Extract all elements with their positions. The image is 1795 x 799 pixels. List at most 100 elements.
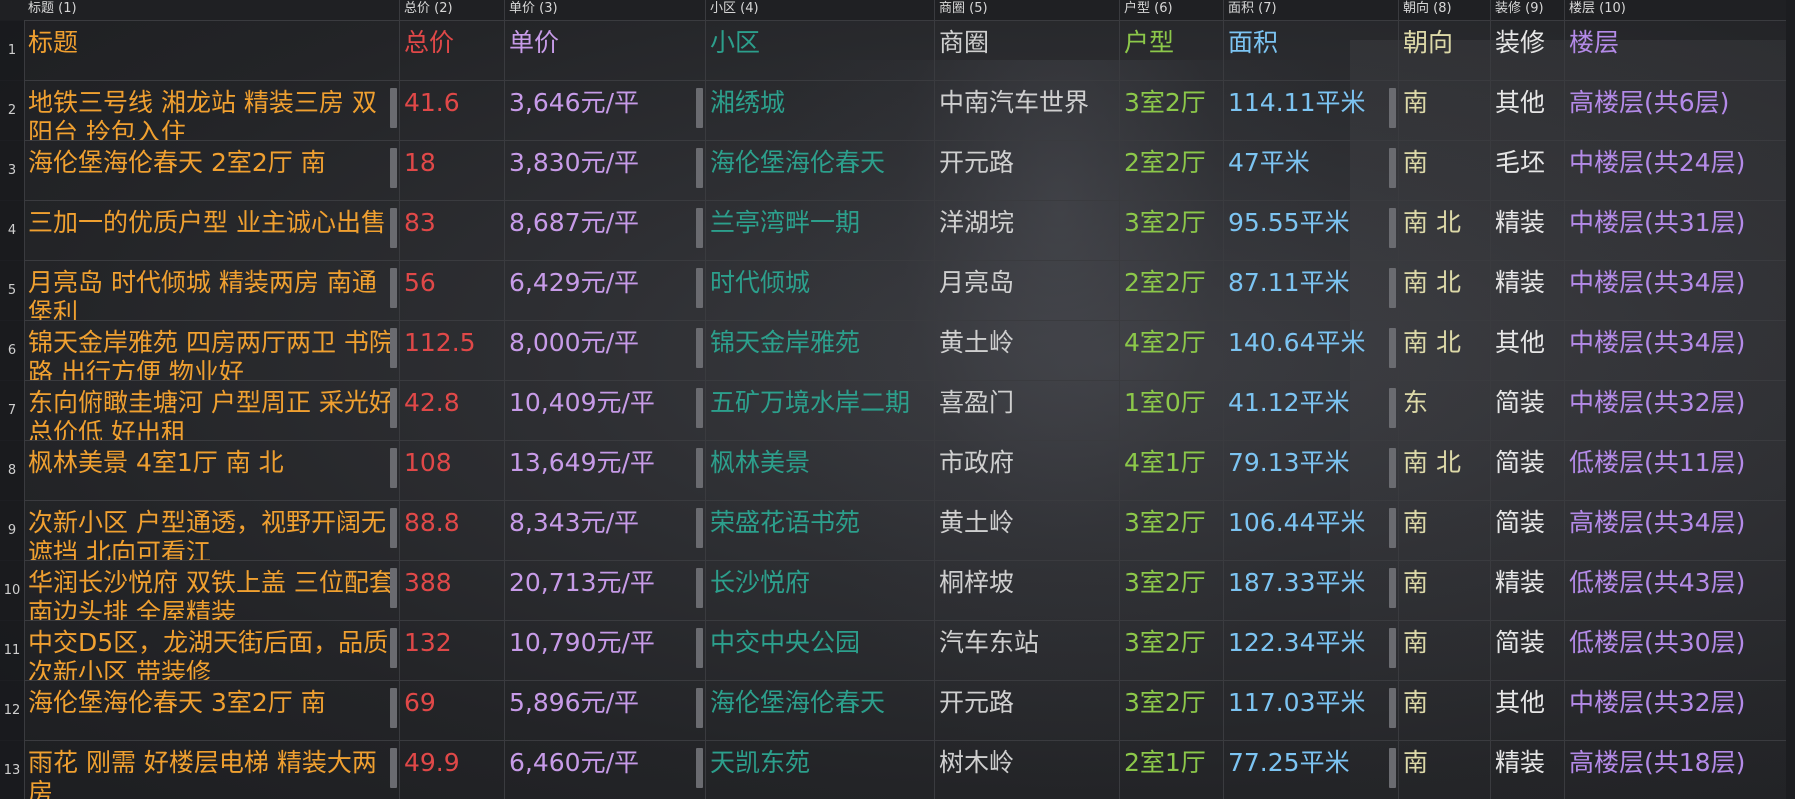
- cell-decoration[interactable]: 装修: [1491, 20, 1565, 80]
- cell-direction[interactable]: 南 北: [1399, 200, 1491, 260]
- cell-title[interactable]: 月亮岛 时代倾城 精装两房 南通堡利: [24, 260, 400, 320]
- cell-unit-price[interactable]: 8,687元/平: [505, 200, 706, 260]
- cell-decoration[interactable]: 精装: [1491, 260, 1565, 320]
- cell-decoration[interactable]: 简装: [1491, 500, 1565, 560]
- row-number[interactable]: 4: [0, 200, 25, 260]
- cell-community[interactable]: 五矿万境水岸二期: [706, 380, 935, 440]
- column-header-district[interactable]: 商圈 (5): [935, 0, 1120, 20]
- cell-area[interactable]: 77.25平米: [1224, 740, 1399, 799]
- cell-community[interactable]: 中交中央公园: [706, 620, 935, 680]
- cell-floor[interactable]: 楼层: [1565, 20, 1795, 80]
- cell-direction[interactable]: 南: [1399, 560, 1491, 620]
- cell-title[interactable]: 海伦堡海伦春天 3室2厅 南: [24, 680, 400, 740]
- cell-area[interactable]: 79.13平米: [1224, 440, 1399, 500]
- cell-title[interactable]: 华润长沙悦府 双铁上盖 三位配套 南边头排 全屋精装: [24, 560, 400, 620]
- column-header-total-price[interactable]: 总价 (2): [400, 0, 505, 20]
- cell-community[interactable]: 小区: [706, 20, 935, 80]
- cell-floor[interactable]: 高楼层(共6层): [1565, 80, 1795, 140]
- cell-area[interactable]: 47平米: [1224, 140, 1399, 200]
- cell-unit-price[interactable]: 8,343元/平: [505, 500, 706, 560]
- cell-title[interactable]: 枫林美景 4室1厅 南 北: [24, 440, 400, 500]
- cell-floor[interactable]: 低楼层(共43层): [1565, 560, 1795, 620]
- cell-total-price[interactable]: 41.6: [400, 80, 505, 140]
- cell-district[interactable]: 喜盈门: [935, 380, 1120, 440]
- cell-decoration[interactable]: 精装: [1491, 200, 1565, 260]
- vertical-scrollbar[interactable]: [1786, 0, 1795, 799]
- column-header-direction[interactable]: 朝向 (8): [1399, 0, 1491, 20]
- cell-direction[interactable]: 南 北: [1399, 320, 1491, 380]
- cell-decoration[interactable]: 毛坯: [1491, 140, 1565, 200]
- cell-direction[interactable]: 东: [1399, 380, 1491, 440]
- cell-title[interactable]: 锦天金岸雅苑 四房两厅两卫 书院路 出行方便 物业好: [24, 320, 400, 380]
- cell-direction[interactable]: 南: [1399, 740, 1491, 799]
- cell-decoration[interactable]: 其他: [1491, 80, 1565, 140]
- cell-title[interactable]: 地铁三号线 湘龙站 精装三房 双阳台 拎包入住: [24, 80, 400, 140]
- table-row[interactable]: 12 海伦堡海伦春天 3室2厅 南 69 5,896元/平 海伦堡海伦春天 开元路 3室2厅…: [0, 680, 1795, 741]
- cell-district[interactable]: 汽车东站: [935, 620, 1120, 680]
- table-row[interactable]: 7 东向俯瞰圭塘河 户型周正 采光好 总价低 好出租 42.8 10,409元/平 五矿…: [0, 380, 1795, 441]
- cell-layout[interactable]: 2室2厅: [1120, 260, 1224, 320]
- cell-total-price[interactable]: 18: [400, 140, 505, 200]
- cell-community[interactable]: 时代倾城: [706, 260, 935, 320]
- cell-direction[interactable]: 南 北: [1399, 440, 1491, 500]
- cell-area[interactable]: 106.44平米: [1224, 500, 1399, 560]
- cell-district[interactable]: 黄土岭: [935, 500, 1120, 560]
- cell-direction[interactable]: 南: [1399, 680, 1491, 740]
- cell-layout[interactable]: 3室2厅: [1120, 620, 1224, 680]
- cell-floor[interactable]: 低楼层(共30层): [1565, 620, 1795, 680]
- cell-layout[interactable]: 户型: [1120, 20, 1224, 80]
- cell-decoration[interactable]: 简装: [1491, 380, 1565, 440]
- column-header-community[interactable]: 小区 (4): [706, 0, 935, 20]
- cell-title[interactable]: 次新小区 户型通透，视野开阔无遮挡 北向可看江: [24, 500, 400, 560]
- cell-total-price[interactable]: 112.5: [400, 320, 505, 380]
- cell-community[interactable]: 海伦堡海伦春天: [706, 140, 935, 200]
- cell-floor[interactable]: 中楼层(共31层): [1565, 200, 1795, 260]
- cell-total-price[interactable]: 42.8: [400, 380, 505, 440]
- cell-district[interactable]: 商圈: [935, 20, 1120, 80]
- table-row[interactable]: 10 华润长沙悦府 双铁上盖 三位配套 南边头排 全屋精装 388 20,713元/平…: [0, 560, 1795, 621]
- cell-floor[interactable]: 中楼层(共24层): [1565, 140, 1795, 200]
- column-header-decoration[interactable]: 装修 (9): [1491, 0, 1565, 20]
- cell-title[interactable]: 雨花 刚需 好楼层电梯 精装大两房: [24, 740, 400, 799]
- cell-decoration[interactable]: 精装: [1491, 560, 1565, 620]
- cell-district[interactable]: 月亮岛: [935, 260, 1120, 320]
- cell-total-price[interactable]: 49.9: [400, 740, 505, 799]
- cell-layout[interactable]: 4室1厅: [1120, 440, 1224, 500]
- cell-district[interactable]: 黄土岭: [935, 320, 1120, 380]
- cell-unit-price[interactable]: 20,713元/平: [505, 560, 706, 620]
- table-row[interactable]: 4 三加一的优质户型 业主诚心出售 83 8,687元/平 兰亭湾畔一期 洋湖垸 3室2厅 9…: [0, 200, 1795, 261]
- table-row[interactable]: 9 次新小区 户型通透，视野开阔无遮挡 北向可看江 88.8 8,343元/平 荣盛花语…: [0, 500, 1795, 561]
- row-number[interactable]: 13: [0, 740, 25, 799]
- cell-layout[interactable]: 3室2厅: [1120, 680, 1224, 740]
- cell-area[interactable]: 95.55平米: [1224, 200, 1399, 260]
- cell-community[interactable]: 海伦堡海伦春天: [706, 680, 935, 740]
- row-number[interactable]: 8: [0, 440, 25, 500]
- row-number[interactable]: 2: [0, 80, 25, 140]
- cell-total-price[interactable]: 88.8: [400, 500, 505, 560]
- table-row[interactable]: 6 锦天金岸雅苑 四房两厅两卫 书院路 出行方便 物业好 112.5 8,000元/平…: [0, 320, 1795, 381]
- cell-floor[interactable]: 高楼层(共18层): [1565, 740, 1795, 799]
- row-number[interactable]: 9: [0, 500, 25, 560]
- cell-floor[interactable]: 中楼层(共32层): [1565, 680, 1795, 740]
- cell-district[interactable]: 中南汽车世界: [935, 80, 1120, 140]
- row-number[interactable]: 10: [0, 560, 25, 620]
- cell-unit-price[interactable]: 8,000元/平: [505, 320, 706, 380]
- cell-decoration[interactable]: 精装: [1491, 740, 1565, 799]
- cell-title[interactable]: 海伦堡海伦春天 2室2厅 南: [24, 140, 400, 200]
- cell-area[interactable]: 122.34平米: [1224, 620, 1399, 680]
- table-row[interactable]: 8 枫林美景 4室1厅 南 北 108 13,649元/平 枫林美景 市政府 4室1厅 79.…: [0, 440, 1795, 501]
- cell-community[interactable]: 天凯东苑: [706, 740, 935, 799]
- cell-community[interactable]: 湘绣城: [706, 80, 935, 140]
- cell-total-price[interactable]: 108: [400, 440, 505, 500]
- cell-unit-price[interactable]: 3,830元/平: [505, 140, 706, 200]
- table-row[interactable]: 2 地铁三号线 湘龙站 精装三房 双阳台 拎包入住 41.6 3,646元/平 湘绣城 中…: [0, 80, 1795, 141]
- cell-total-price[interactable]: 总价: [400, 20, 505, 80]
- cell-unit-price[interactable]: 6,460元/平: [505, 740, 706, 799]
- cell-unit-price[interactable]: 10,790元/平: [505, 620, 706, 680]
- row-number[interactable]: 11: [0, 620, 25, 680]
- cell-decoration[interactable]: 简装: [1491, 620, 1565, 680]
- cell-direction[interactable]: 南: [1399, 620, 1491, 680]
- cell-area[interactable]: 面积: [1224, 20, 1399, 80]
- cell-layout[interactable]: 1室0厅: [1120, 380, 1224, 440]
- cell-layout[interactable]: 4室2厅: [1120, 320, 1224, 380]
